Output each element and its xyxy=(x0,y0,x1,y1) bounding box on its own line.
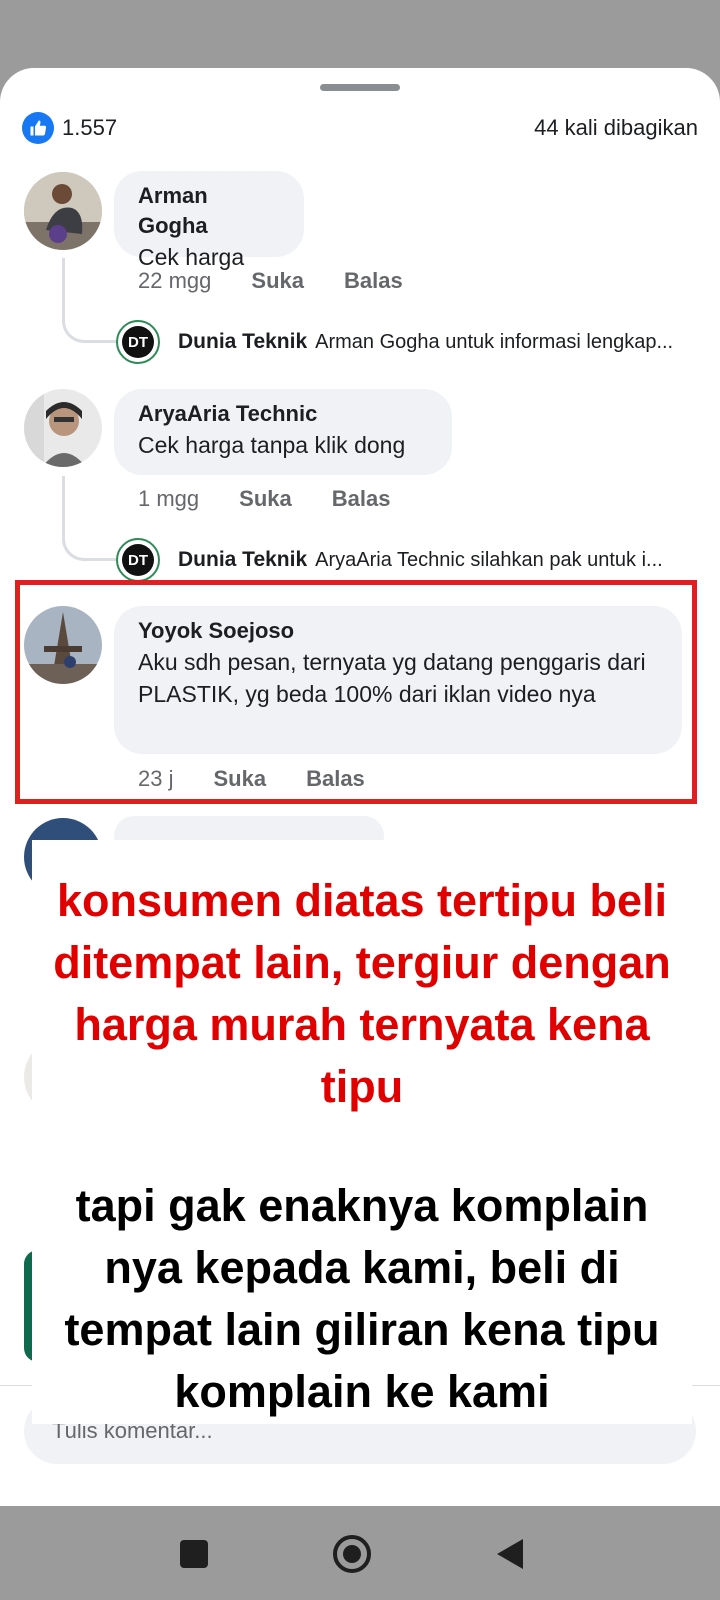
thread-line xyxy=(62,476,121,561)
comment-bubble: Arman Gogha Cek harga xyxy=(114,171,304,270)
like-button[interactable]: Suka xyxy=(239,486,292,512)
comment-author[interactable]: AryaAria Technic xyxy=(138,399,428,429)
reply-preview[interactable]: DT Dunia Teknik AryaAria Technic silahka… xyxy=(116,538,676,582)
reply-text: Arman Gogha untuk informasi lengkap... xyxy=(315,330,674,353)
avatar[interactable] xyxy=(24,389,102,467)
avatar-initials: DT xyxy=(122,544,154,576)
annotation-black-text: tapi gak enaknya komplain nya kepada kam… xyxy=(64,1180,660,1417)
home-circle-icon[interactable] xyxy=(322,1524,382,1584)
comment-actions: 22 mgg Suka Balas xyxy=(138,268,443,294)
comment-time[interactable]: 1 mgg xyxy=(138,486,199,512)
reply-button[interactable]: Balas xyxy=(332,486,391,512)
like-count-group[interactable]: 1.557 xyxy=(22,112,117,144)
page-avatar: DT xyxy=(116,538,160,582)
comment-actions: 1 mgg Suka Balas xyxy=(138,486,430,512)
reply-text: AryaAria Technic silahkan pak untuk i... xyxy=(315,548,663,571)
like-icon xyxy=(22,112,54,144)
highlight-frame xyxy=(15,580,697,804)
comment-time[interactable]: 22 mgg xyxy=(138,268,211,294)
reply-button[interactable]: Balas xyxy=(344,268,403,294)
annotation-red-text: konsumen diatas tertipu beli ditempat la… xyxy=(53,875,671,1112)
recent-square-icon[interactable] xyxy=(164,1524,224,1584)
reply-preview[interactable]: DT Dunia Teknik Arman Gogha untuk inform… xyxy=(116,320,686,364)
reply-author: Dunia Teknik xyxy=(178,330,308,353)
share-count[interactable]: 44 kali dibagikan xyxy=(534,115,698,141)
reaction-summary: 1.557 44 kali dibagikan xyxy=(22,112,698,144)
reply-author: Dunia Teknik xyxy=(178,548,308,571)
comment-bubble: AryaAria Technic Cek harga tanpa klik do… xyxy=(114,389,452,475)
system-nav-bar xyxy=(0,1506,720,1600)
avatar-initials: DT xyxy=(122,326,154,358)
like-count: 1.557 xyxy=(62,115,118,140)
comment-author[interactable]: Arman Gogha xyxy=(138,181,280,241)
avatar[interactable] xyxy=(24,172,102,250)
page-avatar: DT xyxy=(116,320,160,364)
like-button[interactable]: Suka xyxy=(251,268,304,294)
back-triangle-icon[interactable] xyxy=(480,1524,540,1584)
thread-line xyxy=(62,258,121,343)
comment-text: Cek harga tanpa klik dong xyxy=(138,432,406,458)
sheet-drag-handle[interactable] xyxy=(320,84,400,91)
